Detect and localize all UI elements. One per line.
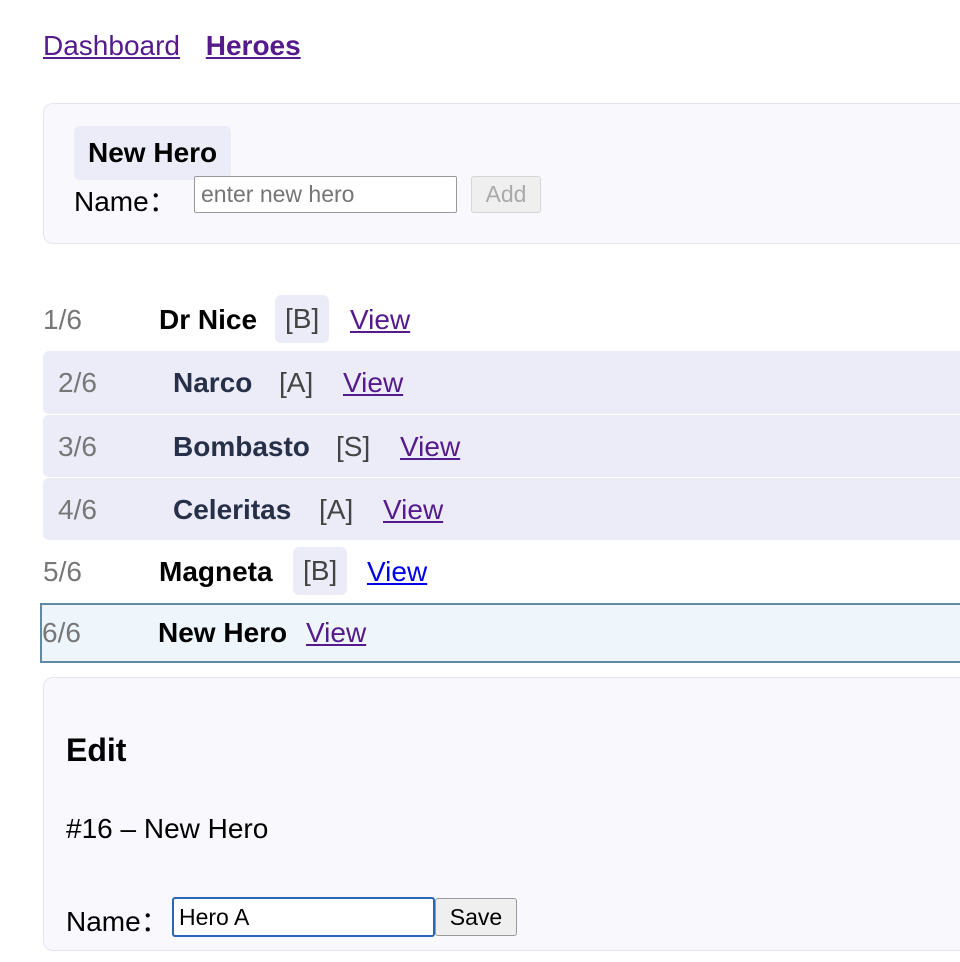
edit-name-input[interactable] bbox=[172, 897, 435, 937]
hero-view-link[interactable]: View bbox=[367, 540, 427, 603]
hero-index: 6/6 bbox=[42, 617, 81, 648]
hero-name: Bombasto bbox=[173, 431, 310, 462]
hero-rank-badge: [B] bbox=[275, 295, 330, 343]
hero-view-link[interactable]: View bbox=[383, 478, 443, 541]
nav-heroes-link[interactable]: Heroes bbox=[206, 30, 301, 61]
hero-view-link[interactable]: View bbox=[350, 288, 410, 351]
hero-row[interactable]: 2/6 Narco [A] View bbox=[43, 351, 960, 414]
top-nav: Dashboard Heroes bbox=[43, 30, 319, 62]
hero-row[interactable]: 3/6 Bombasto [S] View bbox=[43, 414, 960, 477]
edit-hero-card: Edit #16 – New Hero Name： Save bbox=[43, 677, 960, 951]
hero-list: 1/6 Dr Nice [B] View 2/6 Narco [A] View … bbox=[40, 288, 960, 663]
hero-index: 3/6 bbox=[58, 431, 97, 462]
hero-name: Dr Nice bbox=[159, 304, 258, 335]
hero-row[interactable]: 4/6 Celeritas [A] View bbox=[43, 477, 960, 540]
hero-view-link[interactable]: View bbox=[400, 415, 460, 478]
hero-name: Celeritas bbox=[173, 494, 292, 525]
add-hero-name-label: Name： bbox=[74, 186, 177, 217]
save-button[interactable]: Save bbox=[435, 898, 517, 936]
hero-index: 4/6 bbox=[58, 494, 97, 525]
hero-rank-badge: [B] bbox=[293, 547, 348, 595]
add-button[interactable]: Add bbox=[471, 176, 541, 213]
hero-rank-badge: [A] bbox=[279, 367, 314, 398]
hero-row[interactable]: 5/6 Magneta [B] View bbox=[43, 540, 960, 603]
nav-dashboard-link[interactable]: Dashboard bbox=[43, 30, 180, 61]
hero-row[interactable]: 1/6 Dr Nice [B] View bbox=[43, 288, 960, 351]
add-hero-title: New Hero bbox=[74, 126, 232, 180]
edit-hero-id-name: #16 – New Hero bbox=[66, 813, 269, 844]
hero-index: 2/6 bbox=[58, 367, 97, 398]
hero-index: 1/6 bbox=[43, 304, 82, 335]
hero-name: New Hero bbox=[158, 617, 288, 648]
hero-view-link[interactable]: View bbox=[306, 605, 366, 661]
hero-row-selected[interactable]: 6/6 New Hero View bbox=[40, 603, 960, 663]
hero-rank-badge: [A] bbox=[319, 494, 354, 525]
edit-title: Edit bbox=[66, 732, 127, 768]
hero-rank-badge: [S] bbox=[336, 431, 371, 462]
new-hero-input[interactable] bbox=[194, 176, 457, 213]
hero-view-link[interactable]: View bbox=[343, 351, 403, 414]
hero-name: Narco bbox=[173, 367, 253, 398]
hero-index: 5/6 bbox=[43, 556, 82, 587]
edit-name-label: Name： bbox=[66, 906, 169, 937]
add-hero-card: New Hero Name： Add bbox=[43, 103, 960, 244]
hero-name: Magneta bbox=[159, 556, 273, 587]
